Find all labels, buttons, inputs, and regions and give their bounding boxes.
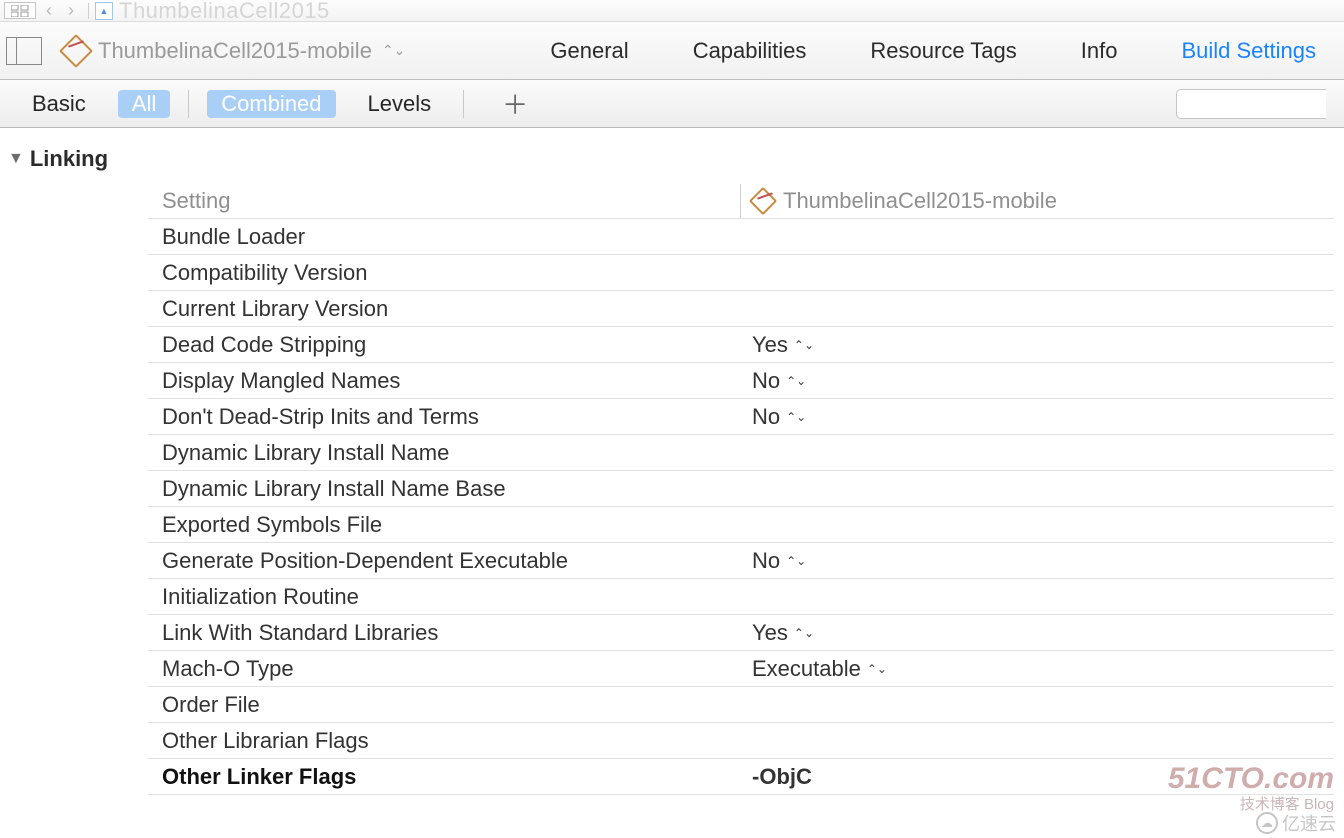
setting-row[interactable]: Dynamic Library Install Name Base bbox=[148, 471, 1334, 507]
tab-build-settings[interactable]: Build Settings bbox=[1181, 38, 1316, 64]
setting-name: Current Library Version bbox=[162, 296, 740, 322]
setting-row[interactable]: Initialization Routine bbox=[148, 579, 1334, 615]
filter-all[interactable]: All bbox=[118, 90, 170, 118]
setting-value[interactable]: -ObjC bbox=[740, 764, 812, 790]
setting-row[interactable]: Don't Dead-Strip Inits and Terms No ⌃⌄ bbox=[148, 399, 1334, 435]
tab-resource-tags[interactable]: Resource Tags bbox=[870, 38, 1016, 64]
chevron-updown-icon: ⌃⌄ bbox=[867, 662, 887, 676]
chevron-updown-icon: ⌃⌄ bbox=[786, 554, 806, 568]
search-input[interactable] bbox=[1176, 89, 1326, 119]
setting-value-text: Yes bbox=[752, 332, 788, 358]
chevron-updown-icon: ⌃⌄ bbox=[794, 338, 814, 352]
tab-general[interactable]: General bbox=[550, 38, 628, 64]
setting-row[interactable]: Order File bbox=[148, 687, 1334, 723]
nav-forward-button[interactable]: › bbox=[68, 0, 74, 21]
target-name: ThumbelinaCell2015-mobile bbox=[98, 38, 372, 64]
filter-levels[interactable]: Levels bbox=[354, 90, 446, 118]
setting-value[interactable]: Yes ⌃⌄ bbox=[740, 620, 814, 646]
setting-row[interactable]: Bundle Loader bbox=[148, 219, 1334, 255]
project-icon bbox=[95, 2, 113, 20]
setting-name: Order File bbox=[162, 692, 740, 718]
filter-basic[interactable]: Basic bbox=[18, 90, 100, 118]
editor-tabs: General Capabilities Resource Tags Info … bbox=[550, 38, 1344, 64]
setting-row[interactable]: Dead Code Stripping Yes ⌃⌄ bbox=[148, 327, 1334, 363]
related-items-button[interactable] bbox=[4, 2, 36, 19]
setting-name: Dynamic Library Install Name bbox=[162, 440, 740, 466]
setting-name: Don't Dead-Strip Inits and Terms bbox=[162, 404, 740, 430]
separator bbox=[88, 3, 89, 19]
setting-row[interactable]: Display Mangled Names No ⌃⌄ bbox=[148, 363, 1334, 399]
tab-capabilities[interactable]: Capabilities bbox=[693, 38, 807, 64]
setting-row[interactable]: Other Linker Flags -ObjC bbox=[148, 759, 1334, 795]
watermark: ☁亿速云 bbox=[1256, 810, 1336, 836]
filter-bar: Basic All Combined Levels ＋ 🔍 ▾ bbox=[0, 80, 1344, 128]
setting-name: Exported Symbols File bbox=[162, 512, 740, 538]
setting-row[interactable]: Link With Standard Libraries Yes ⌃⌄ bbox=[148, 615, 1334, 651]
setting-value[interactable]: No ⌃⌄ bbox=[740, 548, 806, 574]
watermark: 51CTO.com bbox=[1168, 762, 1334, 796]
column-target[interactable]: ThumbelinaCell2015-mobile bbox=[740, 184, 1057, 218]
settings-rows: Bundle Loader Compatibility Version Curren… bbox=[148, 218, 1334, 795]
separator bbox=[188, 90, 189, 118]
setting-value[interactable]: Yes ⌃⌄ bbox=[740, 332, 814, 358]
column-setting[interactable]: Setting bbox=[162, 188, 740, 214]
chevron-updown-icon: ⌃⌄ bbox=[794, 626, 814, 640]
target-selector[interactable]: ThumbelinaCell2015-mobile ⌃⌄ bbox=[62, 37, 405, 65]
setting-row[interactable]: Exported Symbols File bbox=[148, 507, 1334, 543]
setting-name: Other Librarian Flags bbox=[162, 728, 740, 754]
column-target-label: ThumbelinaCell2015-mobile bbox=[783, 188, 1057, 214]
section-title: Linking bbox=[30, 146, 108, 172]
setting-row[interactable]: Generate Position-Dependent ExecutableNo… bbox=[148, 543, 1334, 579]
setting-name: Mach-O Type bbox=[162, 656, 740, 682]
setting-value-text: No bbox=[752, 548, 780, 574]
setting-name: Dynamic Library Install Name Base bbox=[162, 476, 740, 502]
setting-value[interactable]: No ⌃⌄ bbox=[740, 404, 806, 430]
setting-value-text: Executable bbox=[752, 656, 861, 682]
watermark-text: 亿速云 bbox=[1282, 810, 1336, 836]
breadcrumb-title[interactable]: ThumbelinaCell2015 bbox=[119, 0, 330, 24]
search-wrap: 🔍 ▾ bbox=[1176, 89, 1326, 119]
setting-name: Bundle Loader bbox=[162, 224, 740, 250]
settings-content: ▼ Linking Setting ThumbelinaCell2015-mob… bbox=[0, 128, 1344, 795]
setting-value-text: -ObjC bbox=[752, 764, 812, 790]
setting-name: Dead Code Stripping bbox=[162, 332, 740, 358]
setting-row[interactable]: Mach-O Type Executable ⌃⌄ bbox=[148, 651, 1334, 687]
chevron-updown-icon: ⌃⌄ bbox=[382, 42, 405, 59]
setting-row[interactable]: Dynamic Library Install Name bbox=[148, 435, 1334, 471]
setting-value[interactable]: Executable ⌃⌄ bbox=[740, 656, 887, 682]
setting-name: Link With Standard Libraries bbox=[162, 620, 740, 646]
chevron-updown-icon: ⌃⌄ bbox=[786, 410, 806, 424]
setting-value-text: Yes bbox=[752, 620, 788, 646]
setting-value-text: No bbox=[752, 404, 780, 430]
setting-row[interactable]: Other Librarian Flags bbox=[148, 723, 1334, 759]
chevron-updown-icon: ⌃⌄ bbox=[786, 374, 806, 388]
add-build-setting-button[interactable]: ＋ bbox=[502, 85, 528, 122]
nav-back-button[interactable]: ‹ bbox=[46, 0, 52, 21]
editor-tabs-row: ThumbelinaCell2015-mobile ⌃⌄ General Cap… bbox=[0, 22, 1344, 80]
setting-name: Compatibility Version bbox=[162, 260, 740, 286]
setting-value[interactable]: No ⌃⌄ bbox=[740, 368, 806, 394]
setting-name: Display Mangled Names bbox=[162, 368, 740, 394]
setting-name: Initialization Routine bbox=[162, 584, 740, 610]
setting-name: Generate Position-Dependent Executable bbox=[162, 548, 740, 574]
setting-row[interactable]: Compatibility Version bbox=[148, 255, 1334, 291]
filter-combined[interactable]: Combined bbox=[207, 90, 335, 118]
tab-info[interactable]: Info bbox=[1081, 38, 1118, 64]
separator bbox=[463, 90, 464, 118]
section-header-linking[interactable]: ▼ Linking bbox=[8, 146, 1334, 172]
setting-row[interactable]: Current Library Version bbox=[148, 291, 1334, 327]
app-icon bbox=[62, 37, 90, 65]
breadcrumb-bar: ‹ › ThumbelinaCell2015 bbox=[0, 0, 1344, 22]
disclosure-triangle-icon[interactable]: ▼ bbox=[8, 150, 24, 168]
columns-header: Setting ThumbelinaCell2015-mobile bbox=[8, 184, 1334, 218]
setting-value-text: No bbox=[752, 368, 780, 394]
panel-toggle-button[interactable] bbox=[6, 37, 42, 65]
setting-name: Other Linker Flags bbox=[162, 764, 740, 790]
app-icon bbox=[751, 189, 775, 213]
